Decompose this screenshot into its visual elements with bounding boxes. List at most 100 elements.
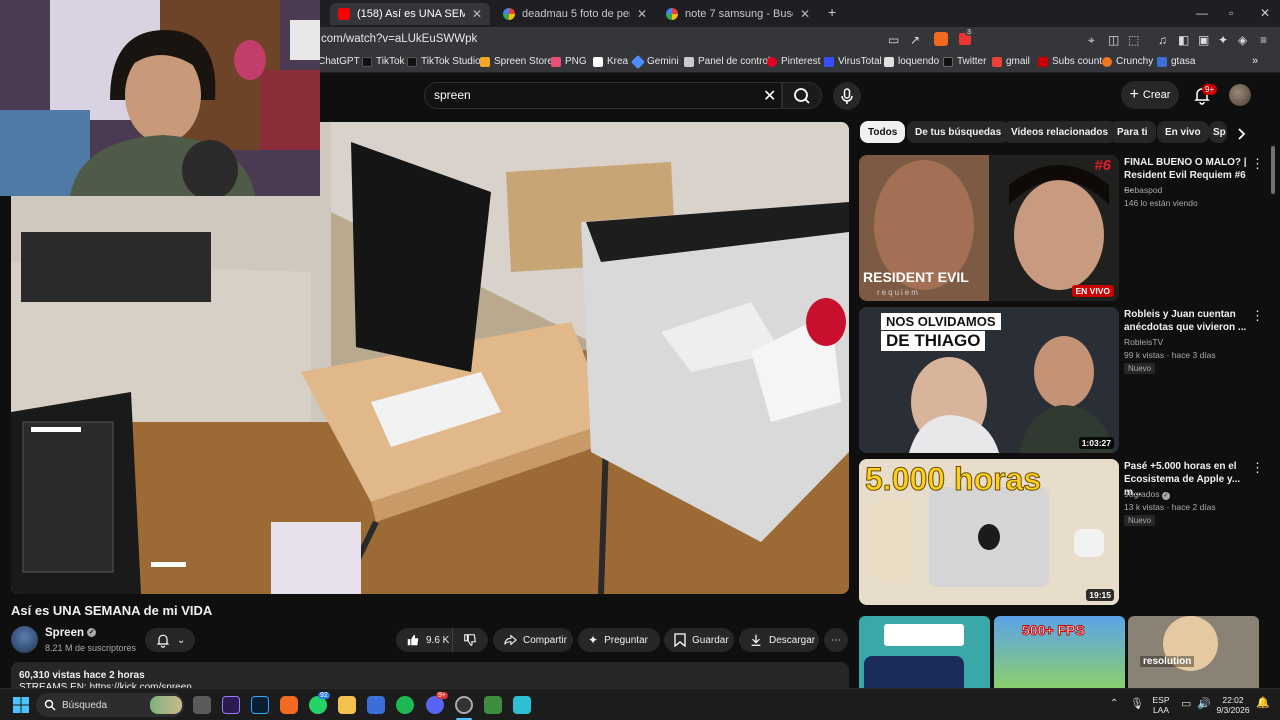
chip-truncated[interactable]: Sp (1209, 121, 1227, 143)
recommendation-thumbnail[interactable]: #6 RESIDENT EVIL requiem EN VIVO (859, 155, 1119, 301)
tab-google-deadmau[interactable]: deadmau 5 foto de perfil - Buscar con Go… (495, 3, 655, 25)
obs-icon[interactable] (455, 696, 473, 714)
menu-icon[interactable]: ≡ (1260, 33, 1267, 47)
brave-shield-icon[interactable] (934, 32, 948, 46)
bookmark-gmail[interactable]: gmail (992, 56, 1030, 67)
notepad-icon[interactable] (513, 696, 531, 714)
chip-videos-relacionados[interactable]: Videos relacionados (1003, 121, 1117, 143)
spotify-icon[interactable] (396, 696, 414, 714)
page-scrollbar[interactable] (1270, 122, 1276, 682)
bookmark-png[interactable]: PNG (551, 56, 587, 67)
network-icon[interactable]: ▭ (1181, 697, 1191, 710)
bookmark-loquendo[interactable]: loquendo (884, 56, 939, 67)
clear-search-icon[interactable]: ✕ (763, 86, 776, 106)
chevron-right-icon[interactable] (1234, 127, 1248, 141)
recommendation-channel[interactable]: RobleisTV (1124, 337, 1163, 347)
close-window-icon[interactable]: ✕ (1260, 6, 1270, 20)
download-button[interactable]: Descargar (739, 628, 819, 652)
webcam-overlay (0, 0, 320, 196)
short-thumbnail[interactable]: 500+ FPS (994, 616, 1125, 688)
bookmark-panel-de-control[interactable]: Panel de control (684, 56, 770, 67)
user-avatar[interactable] (1229, 84, 1251, 106)
volume-icon[interactable]: 🔊 (1197, 697, 1211, 710)
url-text[interactable]: com/watch?v=aLUkEuSWWpk (321, 33, 477, 45)
search-input[interactable] (434, 88, 734, 102)
camera-icon[interactable]: ◫ (1108, 33, 1119, 47)
recommendation-thumbnail[interactable]: NOS OLVIDAMOS DE THIAGO 1:03:27 (859, 307, 1119, 453)
tab-youtube-video[interactable]: (158) Así es UNA SEMANA de mi VIDA ✕ (330, 3, 490, 25)
channel-avatar[interactable] (11, 626, 38, 653)
brave-browser-icon[interactable] (280, 696, 298, 714)
tab-google-note7[interactable]: note 7 samsung - Buscar con Google ✕ (658, 3, 818, 25)
chip-en-vivo[interactable]: En vivo (1157, 121, 1209, 143)
bookmarks-overflow-button[interactable]: » (1252, 55, 1258, 67)
search-button[interactable] (782, 82, 822, 109)
ai-icon[interactable]: ✦ (1218, 33, 1228, 47)
maximize-icon[interactable]: ▫ (1229, 6, 1233, 20)
chip-todos[interactable]: Todos (860, 121, 906, 143)
file-explorer-icon[interactable] (338, 696, 356, 714)
ask-button[interactable]: ✦ Preguntar (578, 628, 660, 652)
bookmark-tiktok-studio[interactable]: TikTok Studio (407, 56, 481, 67)
close-tab-icon[interactable]: ✕ (800, 7, 810, 21)
description-box[interactable]: 60,310 vistas hace 2 horas STREAMS EN: h… (11, 662, 849, 688)
save-button[interactable]: Guardar (664, 628, 734, 652)
dislike-button[interactable] (452, 628, 488, 652)
screenshot-icon[interactable]: ⬚ (1128, 33, 1139, 47)
bookmark-gemini[interactable]: Gemini (630, 54, 679, 69)
close-tab-icon[interactable]: ✕ (637, 7, 647, 21)
chip-para-ti[interactable]: Para ti (1109, 121, 1156, 143)
task-view-icon[interactable] (193, 696, 211, 714)
recommendation-channel[interactable]: 98grados ✓ (1124, 489, 1170, 500)
recommendation-channel[interactable]: Sebaspod (1124, 185, 1162, 195)
new-tab-button[interactable]: + (828, 4, 836, 20)
more-options-icon[interactable]: ⋮ (1251, 308, 1264, 324)
bookmark-chatgpt[interactable]: ChatGPT (318, 56, 360, 67)
share-button[interactable]: Compartir (493, 628, 573, 652)
create-button[interactable]: + Crear (1121, 81, 1179, 109)
language-indicator[interactable]: ESP LAA (1150, 695, 1172, 715)
notification-center-icon[interactable]: 🔔 (1256, 696, 1270, 709)
recommendation-thumbnail[interactable]: 5.000 horas 19:15 (859, 459, 1119, 605)
close-tab-icon[interactable]: ✕ (472, 7, 482, 21)
clock[interactable]: 22:02 9/3/2026 (1216, 695, 1250, 715)
wallet-icon[interactable]: ▣ (1198, 33, 1209, 47)
subscribed-notifications-button[interactable]: ⌄ (145, 628, 195, 652)
sidebar-icon[interactable]: ◧ (1178, 33, 1189, 47)
cast-icon[interactable]: ▭ (888, 33, 899, 47)
taskbar-search[interactable]: Búsqueda (36, 693, 184, 717)
bookmark-krea[interactable]: Krea (593, 56, 628, 67)
minimize-icon[interactable]: — (1196, 6, 1208, 20)
extensions-icon[interactable]: ⌖ (1088, 33, 1095, 48)
chip-de-tus-busquedas[interactable]: De tus búsquedas (907, 121, 1010, 143)
music-icon[interactable]: ♫ (1158, 33, 1167, 47)
more-options-icon[interactable]: ⋮ (1251, 156, 1264, 172)
channel-name[interactable]: Spreen ✓ (45, 627, 97, 639)
short-thumbnail[interactable]: resolution (1128, 616, 1259, 688)
more-options-icon[interactable]: ⋮ (1251, 460, 1264, 476)
tray-overflow-icon[interactable]: ⌃ (1110, 698, 1118, 709)
windows-start-icon[interactable] (13, 697, 29, 713)
microphone-icon[interactable]: 🎙 (1130, 697, 1144, 710)
premiere-pro-icon[interactable] (222, 696, 240, 714)
bookmark-virustotal[interactable]: VirusTotal (824, 56, 882, 67)
bookmark-spreen-store[interactable]: Spreen Store (480, 56, 553, 67)
recommendation-title[interactable]: Robleis y Juan cuentan anécdotas que viv… (1124, 308, 1249, 334)
bookmark-tiktok[interactable]: TikTok (362, 56, 405, 67)
search-box[interactable]: ✕ (424, 82, 782, 109)
microsoft-store-icon[interactable] (367, 696, 385, 714)
bookmark-gtasa[interactable]: gtasa (1157, 56, 1195, 67)
voice-search-button[interactable] (833, 82, 861, 110)
minecraft-icon[interactable] (484, 696, 502, 714)
short-thumbnail[interactable] (859, 616, 990, 688)
photoshop-icon[interactable] (251, 696, 269, 714)
bookmark-crunchy[interactable]: Crunchy (1102, 56, 1153, 67)
bookmark-pinterest[interactable]: Pinterest (767, 56, 820, 67)
more-actions-button[interactable]: ⋯ (824, 628, 848, 652)
bookmark-subs-count[interactable]: Subs count (1038, 56, 1102, 67)
scrollbar-thumb[interactable] (1271, 146, 1275, 194)
bookmark-twitter[interactable]: Twitter (943, 56, 986, 67)
vpn-icon[interactable]: ◈ (1238, 33, 1247, 47)
share-icon[interactable]: ↗ (910, 33, 920, 47)
like-button[interactable]: 9.6 K (396, 628, 452, 652)
